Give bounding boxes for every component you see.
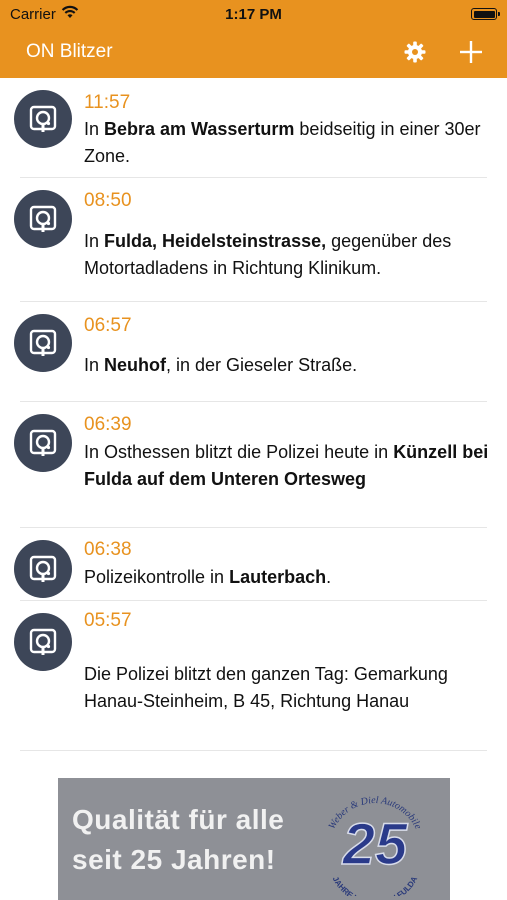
- badge-bottom-text: JAHRE HYUNDAI IN FULDA: [331, 875, 420, 896]
- plus-icon[interactable]: [459, 40, 483, 64]
- speed-camera-icon: [29, 628, 57, 655]
- list-item[interactable]: 08:50 In Fulda, Heidelsteinstrasse, gege…: [0, 178, 507, 302]
- gear-icon[interactable]: [403, 40, 427, 64]
- avatar: [14, 540, 72, 598]
- speed-camera-icon: [29, 329, 57, 356]
- report-time: 08:50: [84, 190, 132, 211]
- ad-line-1: Qualität für alle: [72, 804, 285, 835]
- report-text: In Fulda, Heidelsteinstrasse, gegenüber …: [84, 231, 452, 278]
- nav-bar: ON Blitzer: [0, 28, 507, 78]
- ad-headline: Qualität für alle seit 25 Jahren!: [72, 800, 284, 880]
- divider: [20, 750, 487, 751]
- report-time: 06:39: [84, 414, 132, 435]
- speed-camera-icon: [29, 555, 57, 582]
- avatar: [14, 414, 72, 472]
- status-bar: Carrier 1:17 PM: [0, 0, 507, 28]
- list-item[interactable]: 06:57 In Neuhof, in der Gieseler Straße.: [0, 302, 507, 402]
- report-text: In Neuhof, in der Gieseler Straße.: [84, 355, 358, 375]
- svg-text:JAHRE HYUNDAI IN FULDA: JAHRE HYUNDAI IN FULDA: [331, 875, 420, 896]
- anniversary-badge: Weber & Diel Automobile 25 JAHRE HYUNDAI…: [327, 795, 424, 896]
- list-item[interactable]: 06:38 Polizeikontrolle in Lauterbach.: [0, 528, 507, 601]
- report-time: 06:38: [84, 539, 132, 560]
- speed-camera-icon: [29, 105, 57, 132]
- avatar: [14, 314, 72, 372]
- avatar: [14, 613, 72, 671]
- avatar: [14, 190, 72, 248]
- ad-banner[interactable]: Qualität für alle seit 25 Jahren! Weber …: [58, 778, 450, 900]
- ad-line-2: seit 25 Jahren!: [72, 844, 276, 875]
- report-text: Polizeikontrolle in Lauterbach.: [84, 567, 332, 587]
- report-text: In Osthessen blitzt die Polizei heute in…: [84, 442, 489, 489]
- report-text: In Bebra am Wasserturm beidseitig in ein…: [84, 119, 481, 166]
- report-time: 11:57: [84, 92, 131, 113]
- battery-icon: [471, 8, 500, 20]
- speed-camera-icon: [29, 429, 57, 456]
- avatar: [14, 90, 72, 148]
- list-item[interactable]: 11:57 In Bebra am Wasserturm beidseitig …: [0, 78, 507, 178]
- list-item[interactable]: 05:57 Die Polizei blitzt den ganzen Tag:…: [0, 601, 507, 751]
- list-item[interactable]: 06:39 In Osthessen blitzt die Polizei he…: [0, 402, 507, 528]
- speed-camera-icon: [29, 205, 57, 232]
- status-time: 1:17 PM: [225, 6, 282, 23]
- report-time: 06:57: [84, 315, 132, 336]
- badge-number: 25: [342, 812, 408, 877]
- page-title: ON Blitzer: [26, 41, 113, 62]
- report-text: Die Polizei blitzt den ganzen Tag: Gemar…: [84, 664, 448, 711]
- report-time: 05:57: [84, 610, 132, 631]
